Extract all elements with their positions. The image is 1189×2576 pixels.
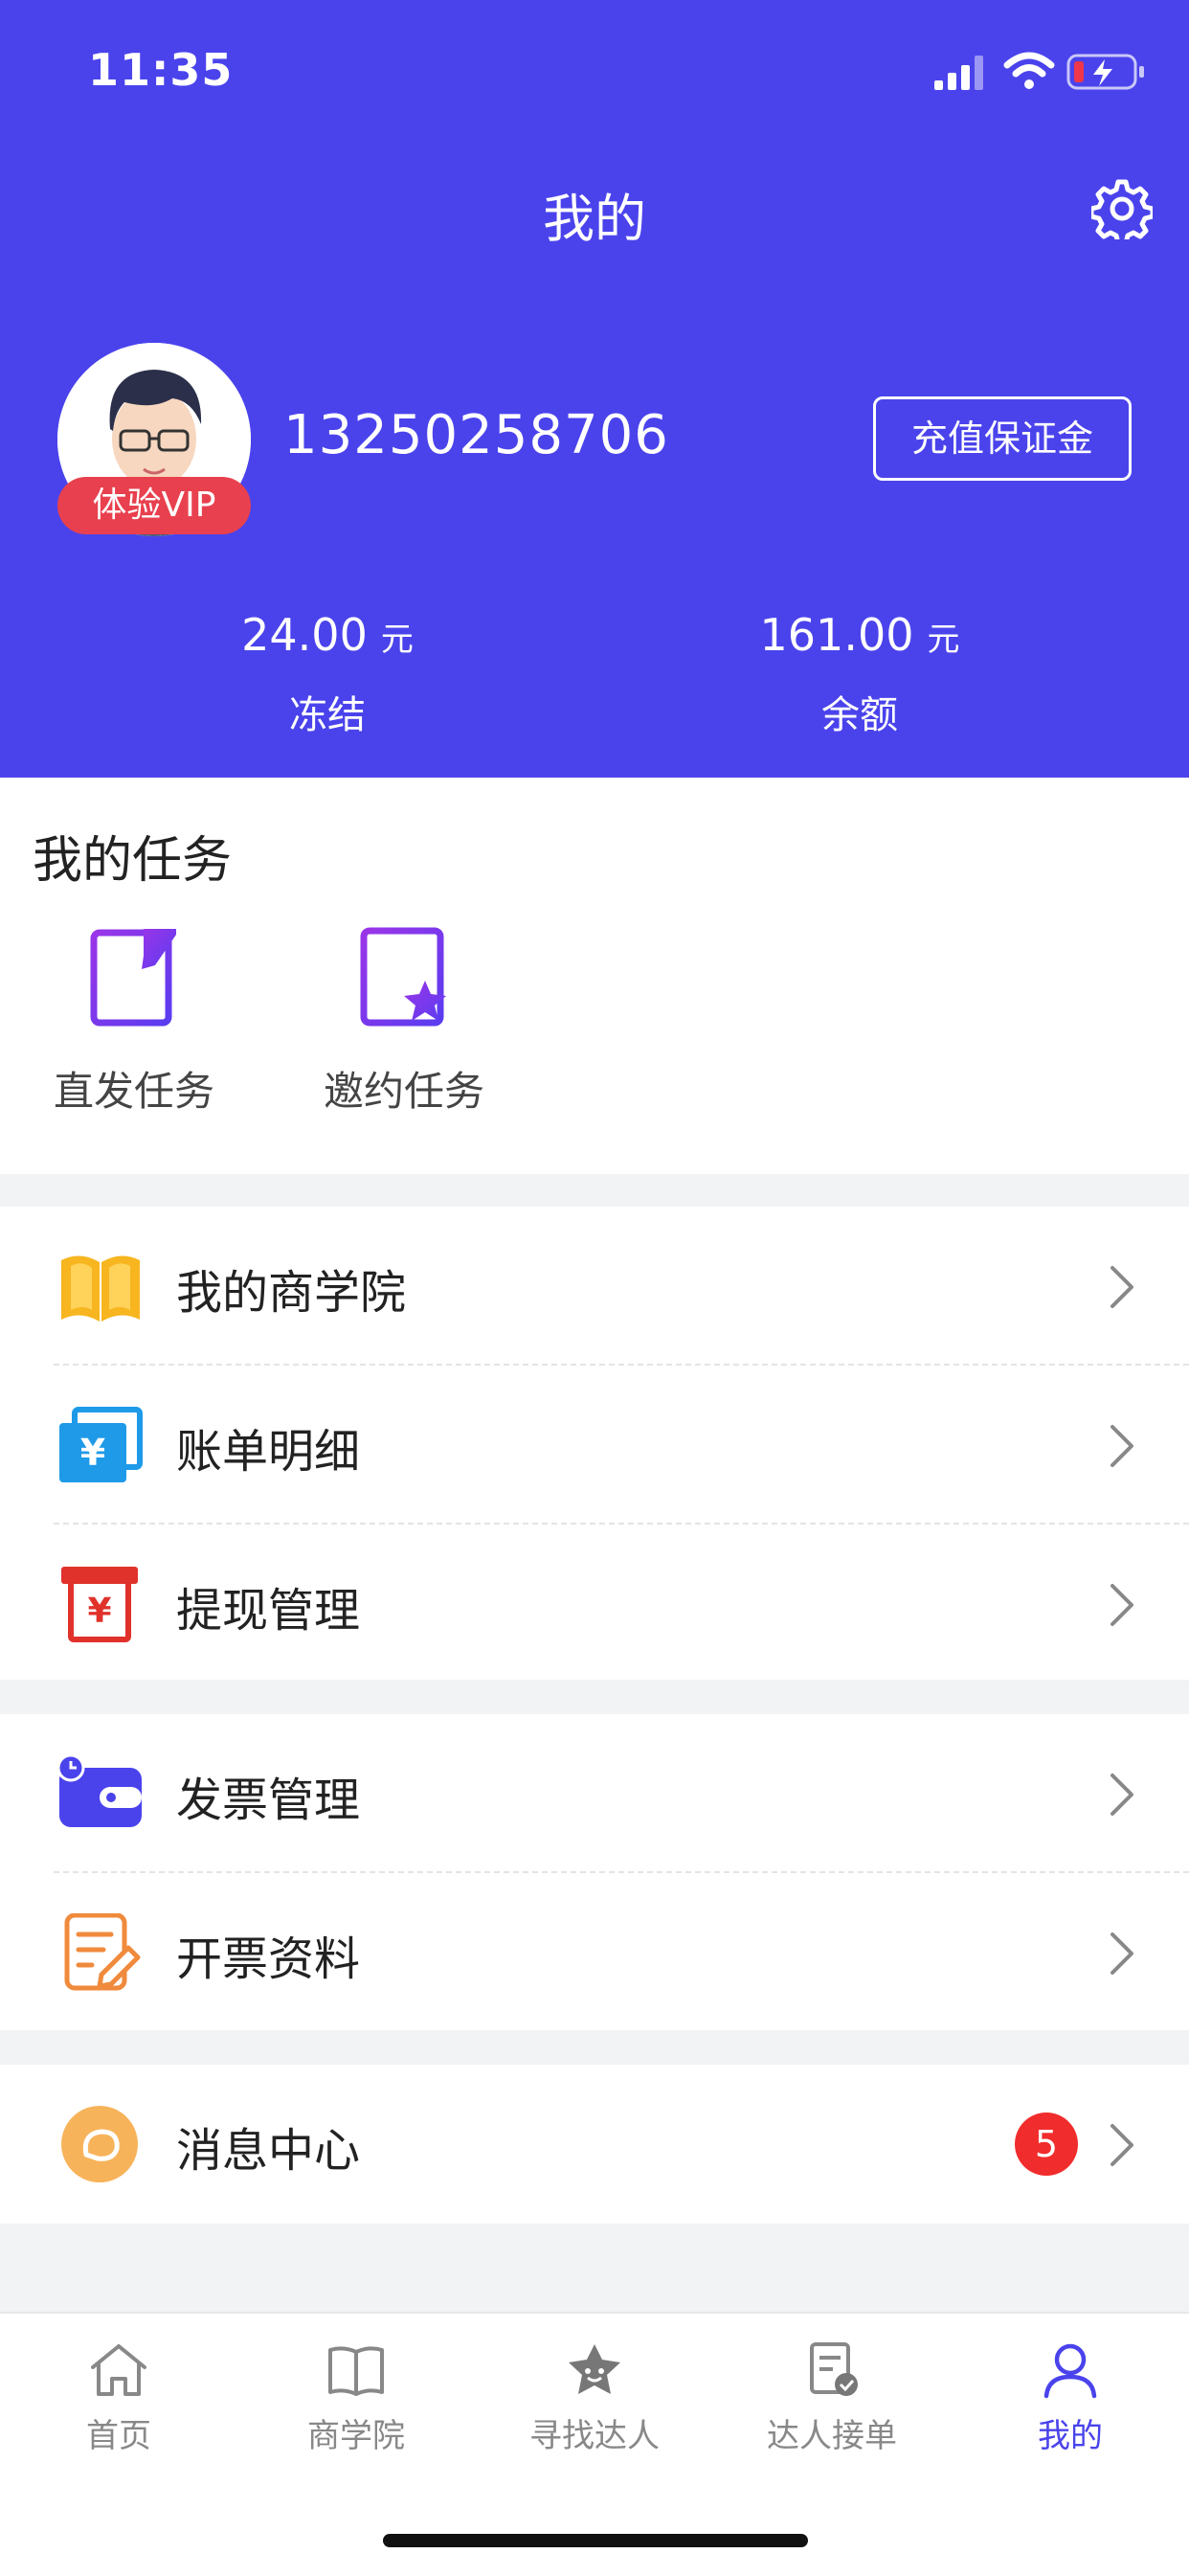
menu-item-invoice-management[interactable]: 发票管理 [0,1714,1189,1873]
star-face-icon [569,2344,620,2394]
menu-label-withdraw-management: 提现管理 [176,1584,361,1638]
direct-task-label: 直发任务 [53,1068,214,1115]
chevron-right-icon [1110,2124,1133,2166]
menu-item-withdraw-management[interactable]: ¥ 提现管理 [0,1525,1189,1683]
tab-find-talent-label: 寻找达人 [529,2417,660,2455]
unread-count-badge: 5 [1015,2113,1078,2176]
vip-badge: 体验VIP [57,477,251,534]
svg-text:¥: ¥ [80,1432,105,1474]
menu-label-invoice-management: 发票管理 [176,1774,361,1827]
balance-label: 余额 [821,693,898,737]
tab-find-talent[interactable]: 寻找达人 [476,2340,713,2474]
chevron-right-icon [1110,1774,1133,1816]
invite-task-button[interactable]: 邀约任务 [289,925,519,1115]
direct-task-icon [90,929,176,1027]
page-title: 我的 [543,189,646,249]
menu-item-business-school[interactable]: 我的商学院 [0,1207,1189,1366]
menu-label-message-center: 消息中心 [176,2124,361,2178]
menu-label-business-school: 我的商学院 [176,1266,407,1320]
svg-text:¥: ¥ [87,1592,111,1631]
signal-icon [934,56,983,90]
wifi-icon [1003,52,1055,89]
menu-item-invoice-info[interactable]: 开票资料 [0,1873,1189,2032]
battery-icon [1066,54,1144,90]
menu-label-invoice-info: 开票资料 [176,1932,361,1986]
recharge-deposit-button[interactable]: 充值保证金 [873,396,1132,481]
tab-home[interactable]: 首页 [0,2340,237,2474]
message-icon [61,2106,138,2182]
gear-icon[interactable] [1091,178,1153,239]
tab-talent-orders-label: 达人接单 [767,2417,897,2455]
tab-mine[interactable]: 我的 [952,2340,1189,2474]
tab-business-school[interactable]: 商学院 [237,2340,475,2474]
order-check-icon [810,2342,858,2396]
chevron-right-icon [1110,1932,1133,1975]
chevron-right-icon [1110,1266,1133,1308]
bill-icon: ¥ [59,1407,143,1482]
open-book-icon [328,2346,384,2396]
chevron-right-icon [1110,1425,1133,1467]
status-time: 11:35 [88,44,234,96]
withdraw-icon: ¥ [61,1567,138,1642]
tab-home-label: 首页 [86,2417,151,2455]
frozen-unit: 元 [380,621,414,659]
home-icon [91,2344,146,2396]
book-icon [61,1255,140,1322]
frozen-label: 冻结 [289,693,366,737]
invoice-edit-icon [64,1913,141,1991]
frozen-value: 24.00 [241,609,368,661]
invite-task-icon [360,927,446,1027]
balance-amount[interactable]: 161.00 元 [668,609,1051,661]
balance-unit: 元 [927,621,960,659]
tasks-title: 我的任务 [33,832,233,890]
invoice-wallet-icon [57,1754,142,1827]
menu-label-bill-details: 账单明细 [176,1425,361,1479]
user-phone: 13250258706 [283,404,669,466]
balance-value: 161.00 [759,609,914,661]
frozen-amount[interactable]: 24.00 元 [136,609,519,661]
chevron-right-icon [1110,1584,1133,1626]
tab-talent-orders[interactable]: 达人接单 [713,2340,951,2474]
home-indicator [383,2534,808,2547]
tab-mine-label: 我的 [1038,2417,1103,2455]
user-icon [1043,2343,1097,2399]
menu-item-message-center[interactable]: 消息中心 5 [0,2065,1189,2224]
tab-business-school-label: 商学院 [307,2417,405,2455]
direct-task-button[interactable]: 直发任务 [19,925,249,1115]
menu-item-bill-details[interactable]: ¥ 账单明细 [0,1366,1189,1525]
invite-task-label: 邀约任务 [323,1068,484,1115]
